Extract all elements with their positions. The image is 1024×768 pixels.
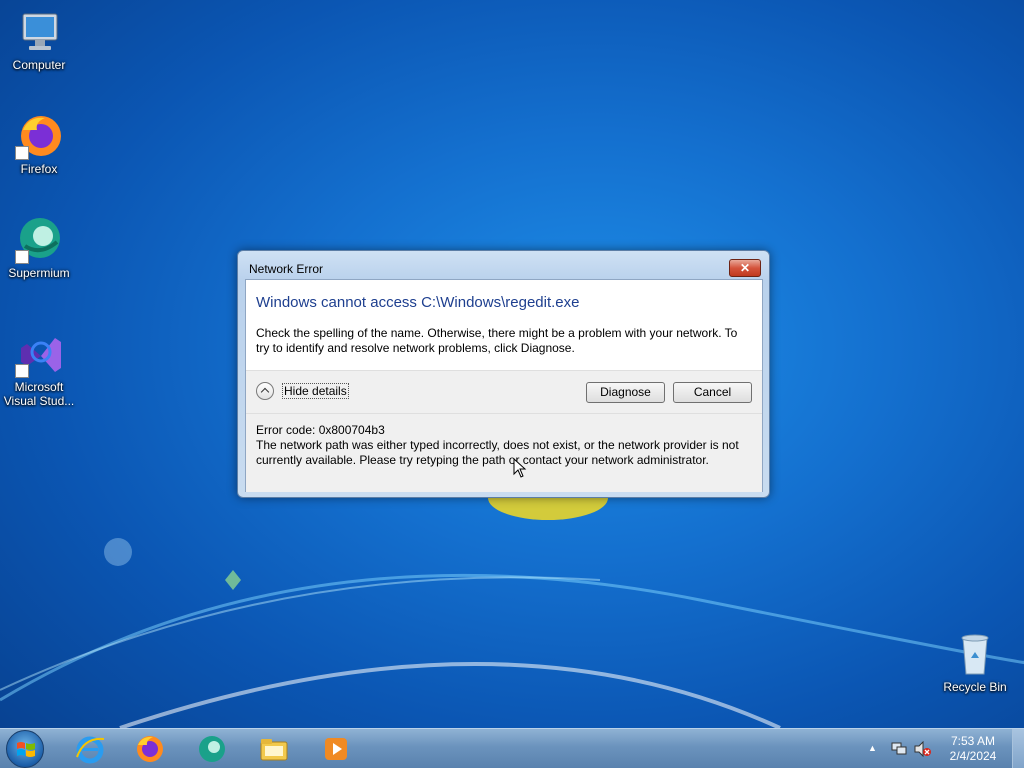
diagnose-button[interactable]: Diagnose	[586, 382, 665, 403]
desktop-icon-computer[interactable]: Computer	[1, 8, 77, 72]
desktop-icon-visual-studio[interactable]: Microsoft Visual Stud...	[1, 330, 77, 408]
error-description: The network path was either typed incorr…	[256, 438, 739, 467]
hide-details-expander[interactable]: Hide details	[256, 382, 349, 400]
desktop-icon-label: Microsoft Visual Stud...	[3, 380, 75, 408]
start-button[interactable]	[6, 730, 44, 768]
dialog-titlebar[interactable]: Network Error ✕	[238, 251, 769, 279]
show-desktop-button[interactable]	[1012, 729, 1024, 768]
desktop-icon-recycle-bin[interactable]: Recycle Bin	[937, 630, 1013, 694]
firefox-icon	[15, 112, 63, 160]
network-icon[interactable]	[890, 741, 908, 757]
desktop-icon-label: Supermium	[8, 266, 70, 280]
supermium-icon	[15, 216, 63, 264]
shortcut-arrow-icon	[15, 146, 29, 160]
internet-explorer-icon[interactable]	[74, 733, 106, 765]
close-button[interactable]: ✕	[729, 259, 761, 277]
media-player-icon[interactable]	[320, 733, 352, 765]
mouse-cursor-icon	[513, 458, 527, 478]
hide-details-label[interactable]: Hide details	[282, 383, 349, 399]
taskbar: ▲ 7:53 AM 2/4/2024	[0, 728, 1024, 768]
desktop-icon-supermium[interactable]: Supermium	[1, 216, 77, 280]
shortcut-arrow-icon	[15, 250, 29, 264]
error-details: Error code: 0x800704b3 The network path …	[256, 423, 751, 468]
windows-logo-icon	[17, 742, 35, 757]
show-hidden-icons-icon[interactable]: ▲	[868, 743, 877, 753]
cancel-button[interactable]: Cancel	[673, 382, 752, 403]
error-code: Error code: 0x800704b3	[256, 423, 385, 437]
dialog-command-area: Hide details Diagnose Cancel Error code:…	[246, 370, 762, 492]
clock-time: 7:53 AM	[950, 734, 996, 748]
dialog-content-text: Check the spelling of the name. Otherwis…	[256, 326, 738, 355]
file-explorer-icon[interactable]	[258, 733, 290, 765]
desktop-icon-label: Recycle Bin	[943, 680, 1007, 694]
dialog-client-area: Windows cannot access C:\Windows\regedit…	[245, 279, 763, 492]
firefox-icon[interactable]	[134, 733, 166, 765]
supermium-icon[interactable]	[196, 733, 228, 765]
clock-date: 2/4/2024	[949, 749, 997, 763]
taskbar-clock[interactable]: 7:53 AM 2/4/2024	[944, 734, 1002, 764]
computer-icon	[15, 8, 63, 56]
desktop-icon-firefox[interactable]: Firefox	[1, 112, 77, 176]
details-divider	[246, 413, 762, 414]
desktop-icon-label: Firefox	[20, 162, 58, 176]
dialog-title: Network Error	[249, 262, 324, 276]
shortcut-arrow-icon	[15, 364, 29, 378]
chevron-up-icon[interactable]	[256, 382, 274, 400]
network-error-dialog: Network Error ✕ Windows cannot access C:…	[237, 250, 770, 498]
recycle-bin-icon	[951, 630, 999, 678]
visual-studio-icon	[15, 330, 63, 378]
volume-muted-icon[interactable]	[914, 741, 932, 757]
desktop-icon-label: Computer	[12, 58, 66, 72]
main-instruction: Windows cannot access C:\Windows\regedit…	[256, 294, 580, 311]
